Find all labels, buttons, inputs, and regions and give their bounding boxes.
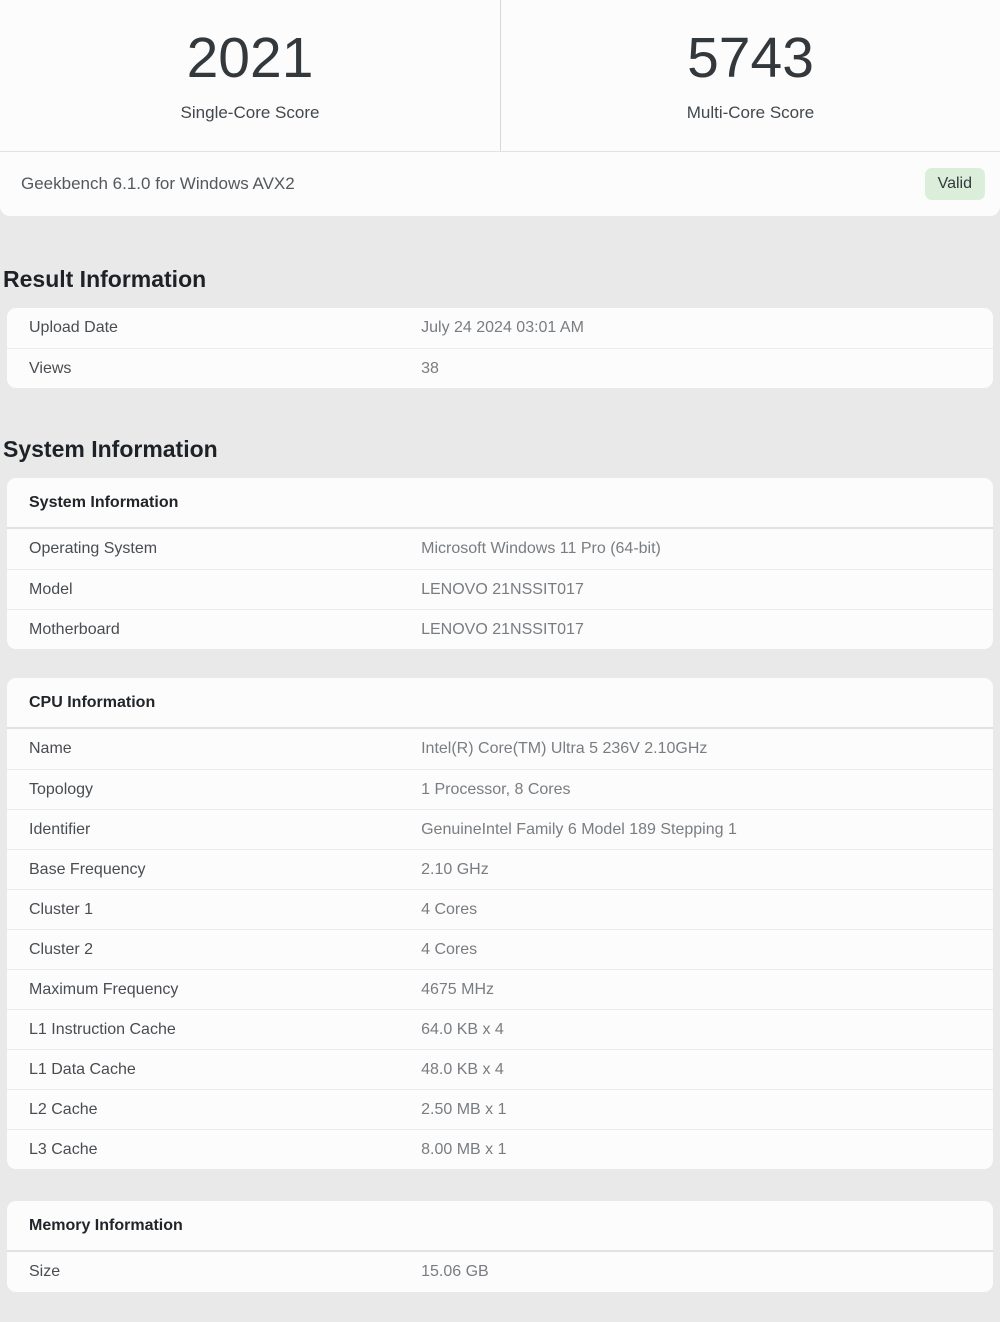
row-value: 15.06 GB xyxy=(421,1263,489,1280)
table-header-memory-information: Memory Information xyxy=(7,1201,993,1252)
row-value: Intel(R) Core(TM) Ultra 5 236V 2.10GHz xyxy=(421,740,708,757)
row-label: L3 Cache xyxy=(29,1140,98,1158)
row-label: Model xyxy=(29,580,73,598)
row-value: 8.00 MB x 1 xyxy=(421,1140,507,1158)
row-value: 2.50 MB x 1 xyxy=(421,1100,507,1118)
single-core-score-box: 2021 Single-Core Score xyxy=(0,0,500,151)
row-label: Topology xyxy=(29,780,94,798)
valid-status-badge: Valid xyxy=(924,168,985,200)
row-label: Maximum Frequency xyxy=(29,980,179,998)
table-row: Motherboard LENOVO 21NSSIT017 xyxy=(7,609,993,649)
row-value: 1 Processor, 8 Cores xyxy=(421,780,571,798)
table-row: L1 Instruction Cache 64.0 KB x 4 xyxy=(7,1009,993,1049)
geekbench-result-page: 2021 Single-Core Score 5743 Multi-Core S… xyxy=(0,0,1000,1322)
row-label: L2 Cache xyxy=(29,1100,98,1118)
system-information-table: System Information Operating System Micr… xyxy=(7,478,993,649)
row-value: 38 xyxy=(421,359,439,377)
table-row: Upload Date July 24 2024 03:01 AM xyxy=(7,308,993,348)
row-label: Size xyxy=(29,1263,61,1280)
row-value: GenuineIntel Family 6 Model 189 Stepping… xyxy=(421,820,737,838)
multi-core-score-box: 5743 Multi-Core Score xyxy=(500,0,1000,151)
section-heading-system-information: System Information xyxy=(3,436,218,462)
table-row: L1 Data Cache 48.0 KB x 4 xyxy=(7,1049,993,1089)
table-header-cpu-information: CPU Information xyxy=(7,678,993,729)
row-label: Operating System xyxy=(29,540,158,557)
row-value: 4675 MHz xyxy=(421,980,495,998)
table-row: Cluster 2 4 Cores xyxy=(7,929,993,969)
single-core-score-value: 2021 xyxy=(186,26,314,90)
row-value: Microsoft Windows 11 Pro (64-bit) xyxy=(421,540,661,557)
table-row: Cluster 1 4 Cores xyxy=(7,889,993,929)
benchmark-version-text: Geekbench 6.1.0 for Windows AVX2 xyxy=(21,174,295,193)
row-label: Name xyxy=(29,740,72,757)
memory-information-table: Memory Information Size 15.06 GB xyxy=(7,1201,993,1292)
row-label: Motherboard xyxy=(29,620,120,638)
row-label: L1 Instruction Cache xyxy=(29,1020,176,1038)
row-value: 4 Cores xyxy=(421,940,478,958)
table-row: Views 38 xyxy=(7,348,993,388)
row-value: LENOVO 21NSSIT017 xyxy=(421,620,584,638)
table-row: L3 Cache 8.00 MB x 1 xyxy=(7,1129,993,1169)
row-label: Identifier xyxy=(29,820,91,838)
table-row: Model LENOVO 21NSSIT017 xyxy=(7,569,993,609)
multi-core-score-label: Multi-Core Score xyxy=(686,103,815,122)
section-heading-result-information: Result Information xyxy=(3,266,207,292)
row-value: 64.0 KB x 4 xyxy=(421,1020,504,1038)
table-row: Topology 1 Processor, 8 Cores xyxy=(7,769,993,809)
table-row: Maximum Frequency 4675 MHz xyxy=(7,969,993,1009)
table-row: Operating System Microsoft Windows 11 Pr… xyxy=(7,529,993,569)
row-value: 48.0 KB x 4 xyxy=(421,1060,504,1078)
row-label: Cluster 2 xyxy=(29,940,94,958)
table-row: L2 Cache 2.50 MB x 1 xyxy=(7,1089,993,1129)
row-label: Upload Date xyxy=(29,319,118,336)
row-label: Views xyxy=(29,359,72,377)
result-information-table: Upload Date July 24 2024 03:01 AM Views … xyxy=(7,308,993,388)
table-row: Size 15.06 GB xyxy=(7,1252,993,1292)
table-row: Name Intel(R) Core(TM) Ultra 5 236V 2.10… xyxy=(7,729,993,769)
row-value: 2.10 GHz xyxy=(421,860,489,878)
cpu-information-table: CPU Information Name Intel(R) Core(TM) U… xyxy=(7,678,993,1169)
row-value: 4 Cores xyxy=(421,900,478,918)
score-card: 2021 Single-Core Score 5743 Multi-Core S… xyxy=(0,0,1000,216)
score-banner: 2021 Single-Core Score 5743 Multi-Core S… xyxy=(0,0,1000,152)
single-core-score-label: Single-Core Score xyxy=(180,103,320,122)
table-row: Identifier GenuineIntel Family 6 Model 1… xyxy=(7,809,993,849)
multi-core-score-value: 5743 xyxy=(687,26,814,90)
row-value: July 24 2024 03:01 AM xyxy=(421,319,584,336)
row-label: L1 Data Cache xyxy=(29,1060,136,1078)
table-header-system-information: System Information xyxy=(7,478,993,529)
table-row: Base Frequency 2.10 GHz xyxy=(7,849,993,889)
row-label: Cluster 1 xyxy=(29,900,94,918)
row-value: LENOVO 21NSSIT017 xyxy=(421,580,584,598)
row-label: Base Frequency xyxy=(29,860,146,878)
benchmark-version-bar: Geekbench 6.1.0 for Windows AVX2 Valid xyxy=(0,152,1000,216)
